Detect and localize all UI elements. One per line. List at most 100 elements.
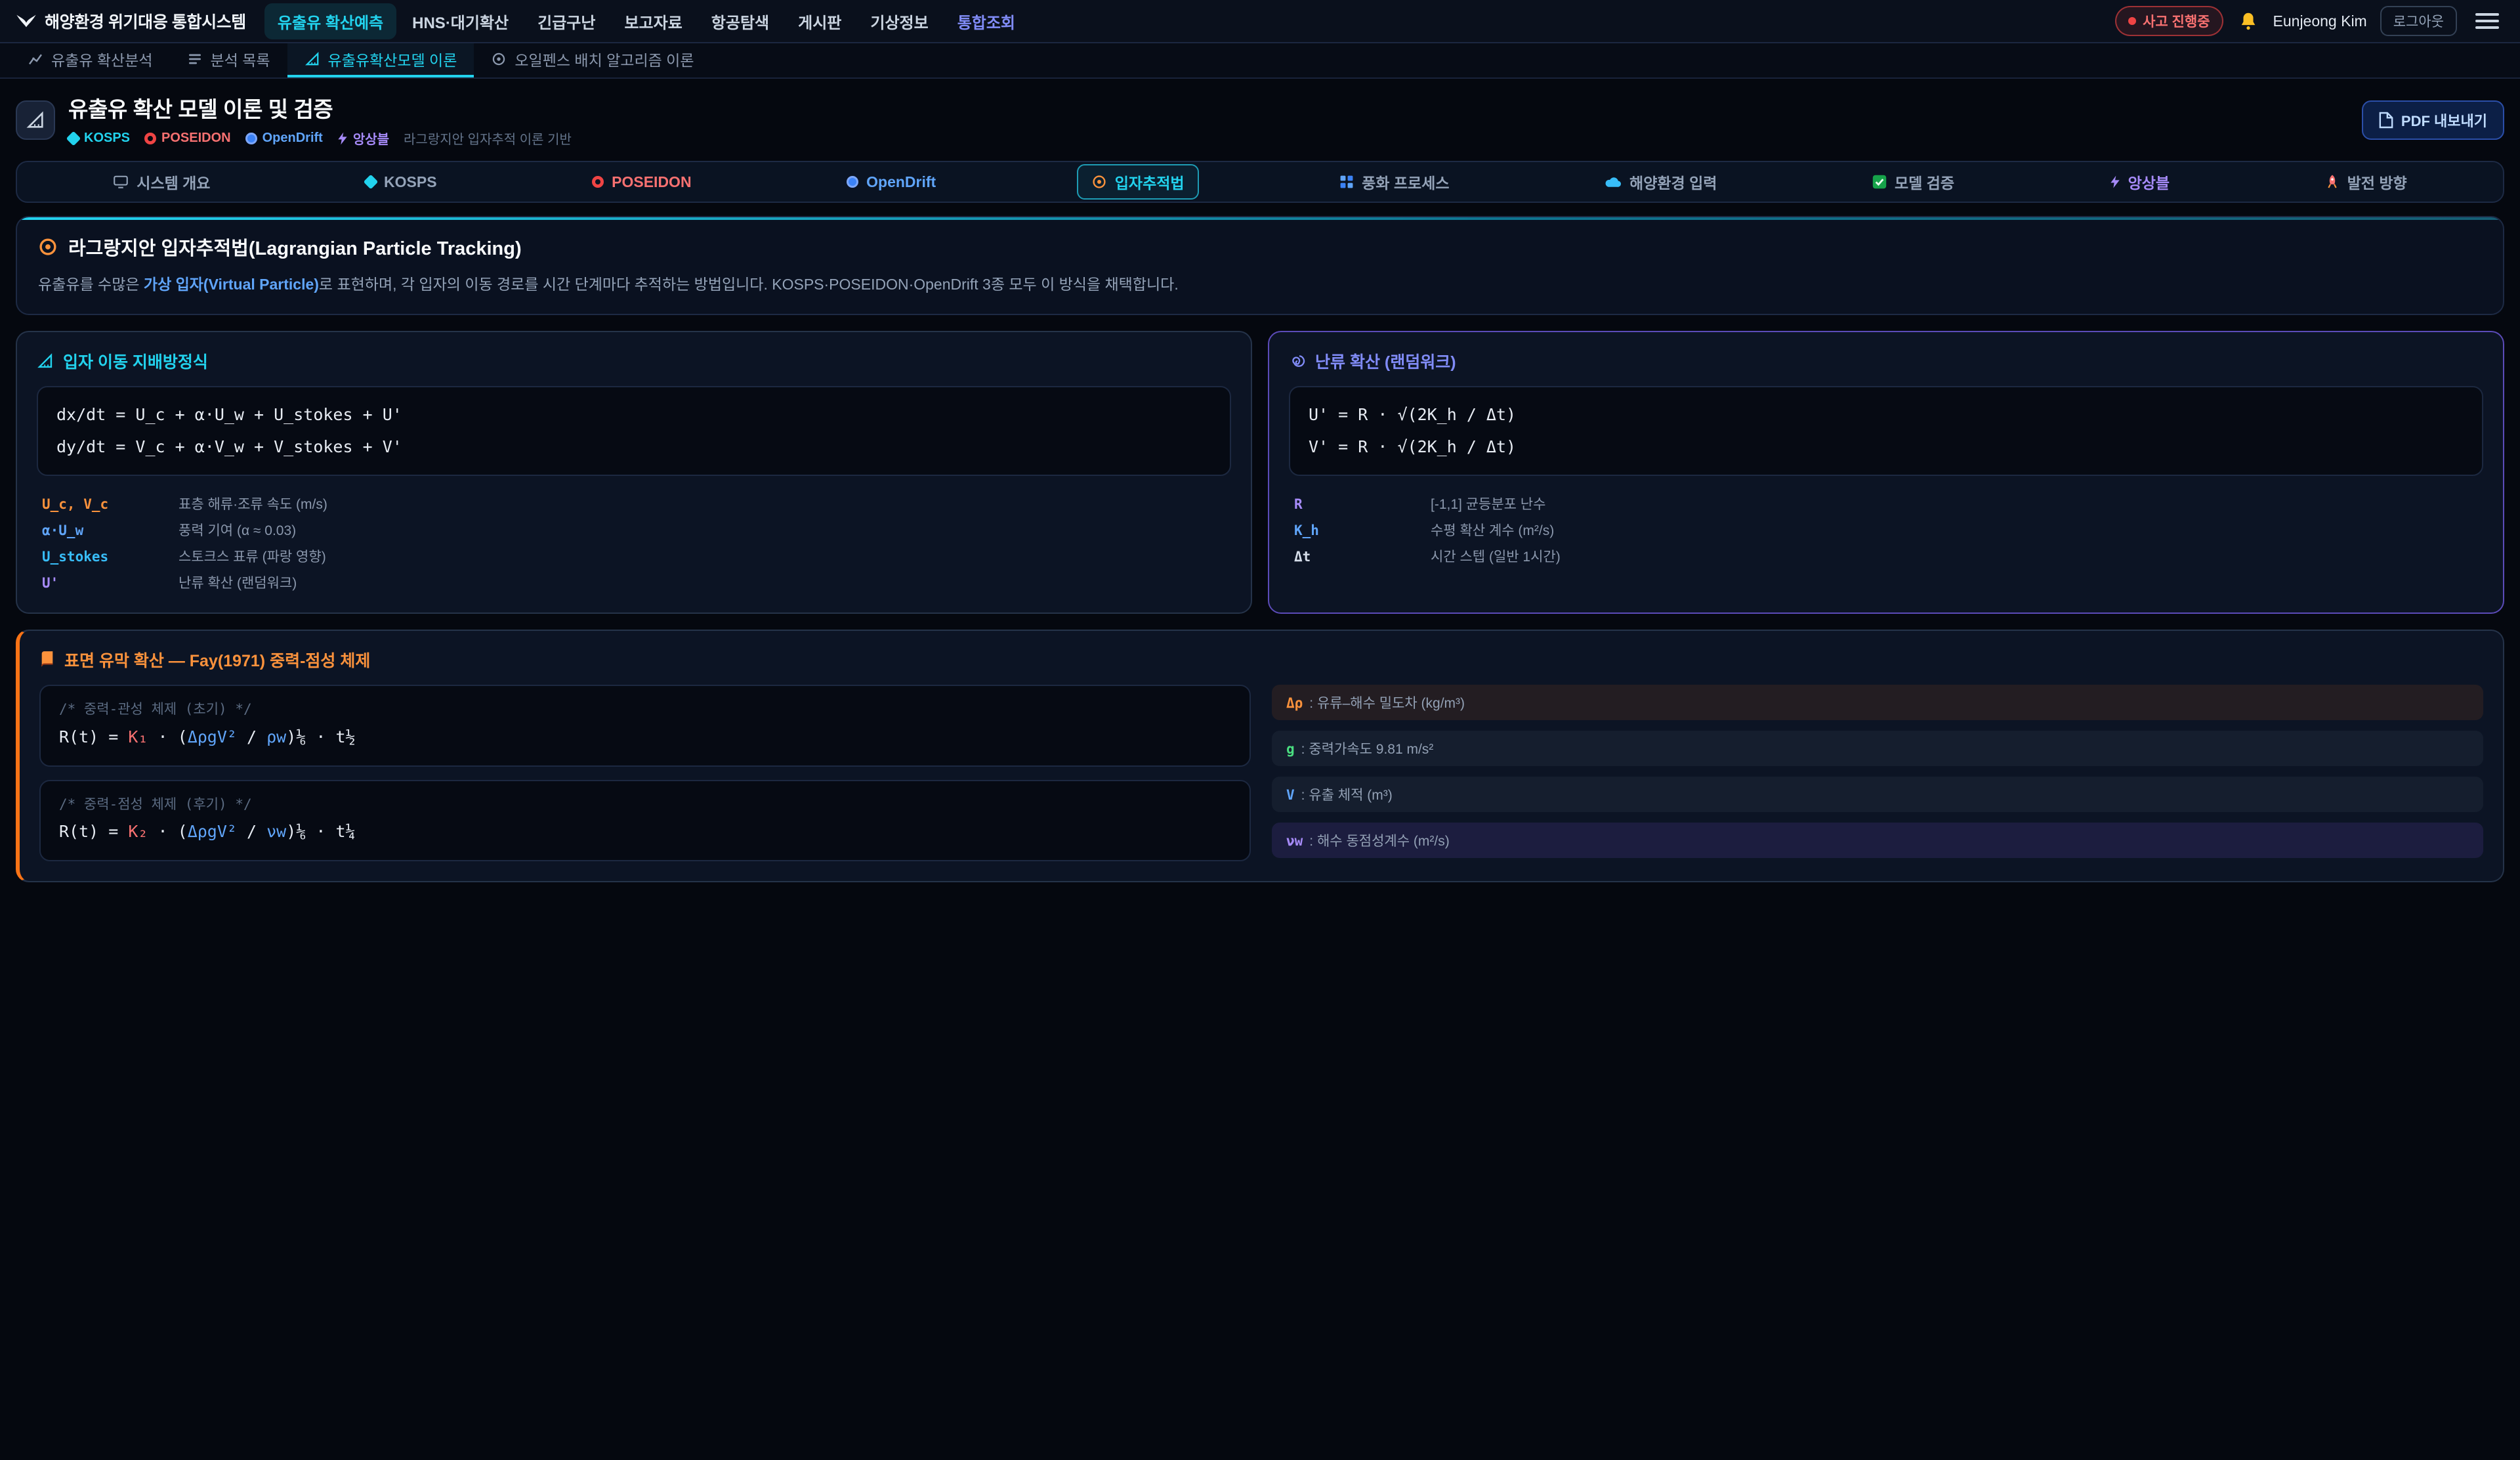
page-title: 유출유 확산 모델 이론 및 검증: [68, 92, 572, 123]
code-line: dy/dt = V_c + α·V_w + V_stokes + V': [56, 431, 1211, 463]
nav-item-reports[interactable]: 보고자료: [611, 3, 695, 39]
monitor-icon: [113, 175, 129, 189]
top-nav-left: 해양환경 위기대응 통합시스템 유출유 확산예측 HNS·대기확산 긴급구난 보…: [16, 3, 1028, 39]
page-icon: [16, 100, 55, 140]
fay-code-block-viscous: /* 중력-점성 체제 (후기) */ R(t) = K₂ · (ΔρgV² /…: [39, 780, 1251, 861]
diamond-icon: [66, 131, 81, 146]
top-nav-right: 사고 진행중 Eunjeong Kim 로그아웃: [2115, 6, 2504, 36]
virtual-particle-highlight: 가상 입자(Virtual Particle): [144, 276, 319, 293]
badge-ensemble: 앙상블: [337, 129, 389, 148]
rocket-icon: [2325, 174, 2340, 190]
page-header-text: 유출유 확산 모델 이론 및 검증 KOSPS POSEIDON OpenDri…: [68, 92, 572, 148]
fay-code-block-inertial: /* 중력-관성 체제 (초기) */ R(t) = K₁ · (ΔρgV² /…: [39, 685, 1251, 766]
badge-poseidon: POSEIDON: [144, 131, 231, 146]
logout-button[interactable]: 로그아웃: [2380, 6, 2457, 36]
legend-row: Δt 시간 스텝 (일반 1시간): [1289, 543, 2483, 569]
code-line: R(t) = K₂ · (ΔρgV² / νw)⅙ · t¼: [59, 816, 1231, 848]
secnav-ensemble[interactable]: 앙상블: [2095, 164, 2184, 200]
secnav-opendrift[interactable]: OpenDrift: [832, 167, 950, 198]
secnav-system-overview[interactable]: 시스템 개요: [98, 164, 224, 200]
grid-icon: [1339, 175, 1354, 189]
governing-code-block: dx/dt = U_c + α·U_w + U_stokes + U' dy/d…: [37, 386, 1231, 477]
bolt-icon: [2110, 175, 2120, 189]
secnav-kosps[interactable]: KOSPS: [351, 167, 452, 198]
menu-icon[interactable]: [2470, 8, 2504, 34]
secnav-model-validation[interactable]: 모델 검증: [1858, 164, 1969, 200]
book-icon: [39, 651, 55, 669]
nav-item-aerial-search[interactable]: 항공탐색: [698, 3, 782, 39]
legend-row: K_h 수평 확산 계수 (m²/s): [1289, 517, 2483, 543]
chart-icon: [28, 51, 43, 67]
fay-content-grid: /* 중력-관성 체제 (초기) */ R(t) = K₁ · (ΔρgV² /…: [39, 685, 2483, 861]
spiral-icon: [1289, 353, 1306, 370]
secnav-weathering[interactable]: 풍화 프로세스: [1325, 164, 1463, 200]
legend-row: U' 난류 확산 (랜덤워크): [37, 569, 1231, 595]
check-icon: [1872, 175, 1887, 189]
incident-status-badge[interactable]: 사고 진행중: [2115, 6, 2223, 36]
section-nav: 시스템 개요 KOSPS POSEIDON OpenDrift 입자추적법 풍화…: [16, 161, 2504, 203]
legend-row: U_c, V_c 표층 해류·조류 속도 (m/s): [37, 490, 1231, 517]
page-badges: KOSPS POSEIDON OpenDrift 앙상블 라그랑지안 입자추적 …: [68, 129, 572, 148]
bolt-icon: [337, 131, 348, 146]
lagrangian-intro-panel: 라그랑지안 입자추적법(Lagrangian Particle Tracking…: [16, 216, 2504, 315]
badge-kosps: KOSPS: [68, 131, 130, 146]
fay-code-column: /* 중력-관성 체제 (초기) */ R(t) = K₁ · (ΔρgV² /…: [39, 685, 1251, 861]
notification-bell-icon[interactable]: [2236, 9, 2260, 33]
fay-legend-column: Δρ : 유류–해수 밀도차 (kg/m³) g : 중력가속도 9.81 m/…: [1272, 685, 2483, 858]
main-nav: 유출유 확산예측 HNS·대기확산 긴급구난 보고자료 항공탐색 게시판 기상정…: [264, 3, 1028, 39]
ruler-icon: [37, 353, 54, 370]
page-subtitle: 라그랑지안 입자추적 이론 기반: [404, 129, 572, 148]
section-description: 유출유를 수많은 가상 입자(Virtual Particle)로 표현하며, …: [38, 272, 2482, 297]
code-line: V' = R · √(2K_h / Δt): [1309, 431, 2464, 463]
sub-tab-bar: 유출유 확산분석 분석 목록 유출유확산모델 이론 오일펜스 배치 알고리즘 이…: [0, 43, 2520, 79]
nav-item-spill-prediction[interactable]: 유출유 확산예측: [264, 3, 396, 39]
page-header-left: 유출유 확산 모델 이론 및 검증 KOSPS POSEIDON OpenDri…: [16, 92, 572, 148]
governing-legend: U_c, V_c 표층 해류·조류 속도 (m/s) α·U_w 풍력 기여 (…: [37, 490, 1231, 595]
top-nav: 해양환경 위기대응 통합시스템 유출유 확산예측 HNS·대기확산 긴급구난 보…: [0, 0, 2520, 43]
fay-legend-row: νw : 해수 동점성계수 (m²/s): [1272, 823, 2483, 858]
code-line: U' = R · √(2K_h / Δt): [1309, 399, 2464, 431]
nav-item-hns-dispersion[interactable]: HNS·대기확산: [399, 3, 522, 39]
incident-status-label: 사고 진행중: [2143, 11, 2210, 31]
pdf-export-button[interactable]: PDF 내보내기: [2362, 100, 2504, 140]
tab-analysis-list[interactable]: 분석 목록: [170, 43, 287, 77]
nav-item-emergency-rescue[interactable]: 긴급구난: [524, 3, 608, 39]
fay-legend-row: g : 중력가속도 9.81 m/s²: [1272, 731, 2483, 766]
legend-row: R [-1,1] 균등분포 난수: [1289, 490, 2483, 517]
equation-cards-row: 입자 이동 지배방정식 dx/dt = U_c + α·U_w + U_stok…: [16, 331, 2504, 614]
tab-model-theory[interactable]: 유출유확산모델 이론: [287, 43, 474, 77]
tab-spill-analysis[interactable]: 유출유 확산분석: [10, 43, 170, 77]
nav-item-board[interactable]: 게시판: [785, 3, 854, 39]
target-icon: [38, 237, 58, 257]
nav-item-integrated-search[interactable]: 통합조회: [944, 3, 1028, 39]
code-line: dx/dt = U_c + α·U_w + U_stokes + U': [56, 399, 1211, 431]
secnav-poseidon[interactable]: POSEIDON: [578, 167, 705, 198]
app-title: 해양환경 위기대응 통합시스템: [45, 9, 246, 33]
governing-card-title: 입자 이동 지배방정식: [37, 349, 1231, 373]
nav-item-weather-info[interactable]: 기상정보: [857, 3, 941, 39]
document-icon: [2379, 112, 2393, 129]
ring-icon: [144, 133, 156, 144]
ring-icon: [592, 176, 604, 188]
fay-legend-row: V : 유출 체적 (m³): [1272, 777, 2483, 812]
fay-card-title: 표면 유막 확산 — Fay(1971) 중력-점성 체제: [39, 648, 2483, 672]
cloud-icon: [1605, 175, 1622, 188]
secnav-particle-tracking[interactable]: 입자추적법: [1077, 164, 1199, 200]
diamond-icon: [364, 175, 379, 190]
list-icon: [187, 51, 203, 67]
secnav-ocean-env-input[interactable]: 해양환경 입력: [1590, 164, 1731, 200]
page-header: 유출유 확산 모델 이론 및 검증 KOSPS POSEIDON OpenDri…: [0, 79, 2520, 158]
target-icon: [1091, 174, 1107, 190]
random-walk-legend: R [-1,1] 균등분포 난수 K_h 수평 확산 계수 (m²/s) Δt …: [1289, 490, 2483, 569]
ruler-icon: [304, 51, 320, 67]
random-walk-card-title: 난류 확산 (랜덤워크): [1289, 349, 2483, 373]
governing-equation-card: 입자 이동 지배방정식 dx/dt = U_c + α·U_w + U_stok…: [16, 331, 1252, 614]
wing-logo-icon: [16, 14, 37, 28]
badge-opendrift: OpenDrift: [245, 131, 323, 146]
app-logo[interactable]: 해양환경 위기대응 통합시스템: [16, 9, 246, 33]
fay-legend-row: Δρ : 유류–해수 밀도차 (kg/m³): [1272, 685, 2483, 720]
secnav-roadmap[interactable]: 발전 방향: [2311, 164, 2422, 200]
tab-oil-fence-theory[interactable]: 오일펜스 배치 알고리즘 이론: [474, 43, 711, 77]
legend-row: α·U_w 풍력 기여 (α ≈ 0.03): [37, 517, 1231, 543]
random-walk-card: 난류 확산 (랜덤워크) U' = R · √(2K_h / Δt) V' = …: [1268, 331, 2504, 614]
